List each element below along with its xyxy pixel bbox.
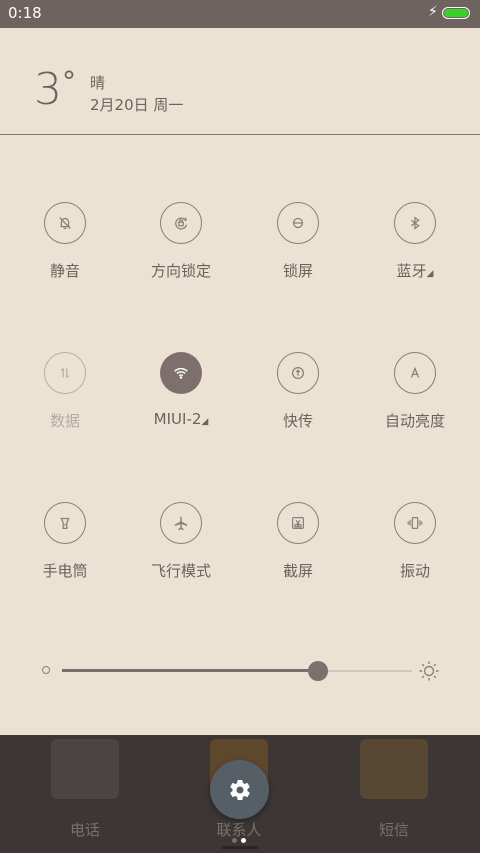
toggle-screenshot[interactable]: 截屏 [243, 502, 353, 581]
mobile-data-icon [44, 352, 86, 394]
toggle-label: 振动 [399, 562, 430, 580]
more-triangle-icon: ◢ [426, 269, 434, 279]
toggle-label-text: MIUI-2 [153, 410, 202, 428]
toggle-auto-brightness[interactable]: 自动亮度 [360, 352, 470, 431]
more-triangle-icon: ◢ [201, 417, 209, 427]
toggle-label: 截屏 [282, 562, 313, 580]
toggle-wifi[interactable]: MIUI-2◢ [126, 352, 236, 428]
phone-app[interactable]: 电话 [40, 739, 130, 840]
settings-button[interactable] [210, 760, 269, 819]
toggle-vibrate[interactable]: 振动 [360, 502, 470, 581]
gear-icon [229, 779, 250, 800]
app-label: 电话 [69, 821, 100, 839]
toggle-label-text: 蓝牙 [396, 262, 427, 280]
toggle-mute[interactable]: 静音 [10, 202, 120, 281]
toggle-bluetooth[interactable]: 蓝牙◢ [360, 202, 470, 281]
brightness-high-icon [419, 661, 439, 681]
toggle-label: 飞行模式 [150, 562, 211, 580]
quick-settings-grid: 静音 方向锁定 锁屏 蓝牙◢ 数据 MIUI-2◢ 快传 自动亮度 手电筒 飞行… [0, 0, 480, 600]
slider-fill [62, 669, 318, 672]
toggle-label: 方向锁定 [150, 262, 211, 280]
messages-app[interactable]: 短信 [349, 739, 439, 840]
toggle-label: 数据 [49, 412, 80, 430]
messages-app-icon [360, 739, 428, 799]
page-dot [241, 838, 246, 843]
app-label: 短信 [378, 821, 409, 839]
toggle-lock-screen[interactable]: 锁屏 [243, 202, 353, 281]
toggle-rotation-lock[interactable]: 方向锁定 [126, 202, 236, 281]
toggle-label: 手电筒 [42, 562, 88, 580]
brightness-low-icon [42, 666, 50, 674]
toggle-quick-transfer[interactable]: 快传 [243, 352, 353, 431]
toggle-label: MIUI-2◢ [126, 410, 236, 428]
airplane-icon [160, 502, 202, 544]
toggle-label: 蓝牙◢ [360, 260, 470, 281]
flashlight-icon [44, 502, 86, 544]
toggle-label: 快传 [282, 412, 313, 430]
quick-transfer-icon [277, 352, 319, 394]
toggle-mobile-data[interactable]: 数据 [10, 352, 120, 431]
toggle-flashlight[interactable]: 手电筒 [10, 502, 120, 581]
page-indicator [230, 828, 248, 847]
lock-screen-icon [277, 202, 319, 244]
toggle-airplane-mode[interactable]: 飞行模式 [126, 502, 236, 581]
mute-bell-icon [44, 202, 86, 244]
screenshot-icon [277, 502, 319, 544]
page-dot [232, 838, 237, 843]
vibrate-icon [394, 502, 436, 544]
wifi-icon [160, 352, 202, 394]
auto-brightness-icon [394, 352, 436, 394]
brightness-slider[interactable] [40, 658, 440, 684]
rotation-lock-icon [160, 202, 202, 244]
toggle-label: 静音 [49, 262, 80, 280]
toggle-label: 自动亮度 [384, 412, 445, 430]
bluetooth-icon [394, 202, 436, 244]
slider-thumb[interactable] [307, 661, 328, 681]
phone-app-icon [51, 739, 119, 799]
home-indicator [222, 846, 258, 849]
toggle-label: 锁屏 [282, 262, 313, 280]
